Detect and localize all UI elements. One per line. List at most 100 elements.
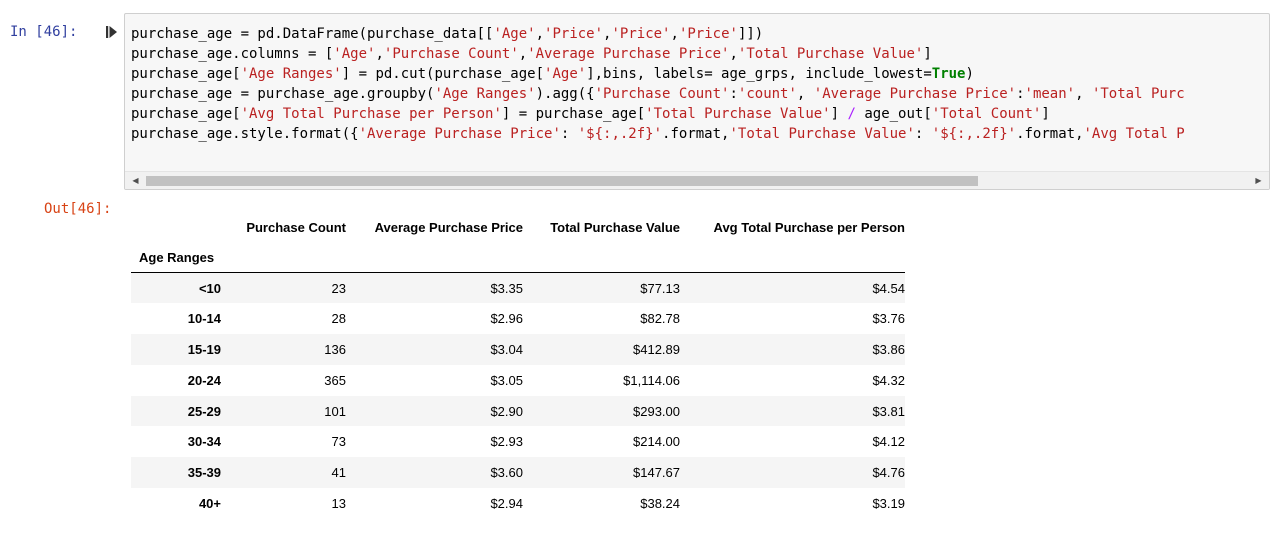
code-token: ,	[535, 26, 545, 42]
code-token: ,	[1075, 86, 1092, 102]
row-index: <10	[198, 280, 221, 296]
code-token: 'mean'	[1024, 86, 1076, 102]
code-token: .format,	[662, 126, 730, 142]
table-cell: $147.67	[633, 465, 680, 481]
table-cell: $293.00	[633, 403, 680, 419]
code-token: purchase_age = pd.DataFrame(purchase_dat…	[131, 26, 494, 42]
code-token: 'Total Count'	[931, 106, 1042, 122]
table-row: 10-14 28 $2.96 $82.78 $3.76	[131, 303, 905, 334]
table-cell: $77.13	[640, 280, 680, 296]
table-cell: $4.32	[872, 372, 905, 388]
code-line[interactable]: purchase_age['Age Ranges'] = pd.cut(purc…	[131, 64, 1185, 84]
column-header-average-purchase-price: Average Purchase Price	[374, 219, 523, 235]
code-line[interactable]: purchase_age = pd.DataFrame(purchase_dat…	[131, 24, 1185, 44]
table-cell: 101	[324, 403, 346, 419]
code-token: '${:,.2f}'	[577, 126, 663, 142]
code-line[interactable]: purchase_age['Avg Total Purchase per Per…	[131, 104, 1185, 124]
horizontal-scrollbar[interactable]: ◀ ▶	[125, 171, 1269, 189]
code-token: purchase_age[	[131, 106, 241, 122]
index-name: Age Ranges	[139, 249, 215, 265]
table-cell: $3.05	[490, 372, 523, 388]
code-token: '${:,.2f}'	[931, 126, 1017, 142]
table-cell: 136	[324, 341, 346, 357]
code-line[interactable]: purchase_age.columns = ['Age','Purchase …	[131, 44, 1185, 64]
table-cell: $38.24	[640, 495, 680, 511]
code-token: purchase_age.style.format({	[131, 126, 359, 142]
table-cell: $2.93	[490, 434, 523, 450]
code-token: ]	[923, 46, 932, 62]
code-token: ]	[830, 106, 848, 122]
table-row: 15-19 136 $3.04 $412.89 $3.86	[131, 334, 905, 365]
table-cell: $82.78	[640, 311, 680, 327]
code-token: 'Age'	[544, 66, 587, 82]
code-token: ,	[670, 26, 679, 42]
table-row: 30-34 73 $2.93 $214.00 $4.12	[131, 426, 905, 457]
code-token: ]	[1041, 106, 1050, 122]
code-token: age_out[	[855, 106, 932, 122]
code-token: /	[847, 106, 856, 122]
table-cell: 365	[324, 372, 346, 388]
code-token: purchase_age = purchase_age.groupby(	[131, 86, 435, 102]
scrollbar-thumb[interactable]	[146, 176, 978, 186]
table-cell: 23	[331, 280, 346, 296]
code-token: 'Purchase Count'	[383, 46, 519, 62]
code-lines[interactable]: purchase_age = pd.DataFrame(purchase_dat…	[131, 24, 1185, 144]
code-token: ] = pd.cut(purchase_age[	[341, 66, 545, 82]
code-token: True	[931, 66, 966, 82]
table-cell: $3.60	[490, 465, 523, 481]
table-cell: 41	[331, 465, 346, 481]
header-blank	[131, 212, 221, 242]
row-index: 15-19	[187, 341, 221, 357]
table-cell: $412.89	[633, 341, 680, 357]
output-prompt: Out[46]:	[44, 201, 112, 217]
code-token: purchase_age.columns = [	[131, 46, 334, 62]
header-blank	[680, 242, 905, 273]
header-blank	[523, 242, 680, 273]
code-token: 'count'	[737, 86, 797, 102]
code-token: :	[914, 126, 932, 142]
code-token: :	[729, 86, 738, 102]
code-token: 'Price'	[611, 26, 671, 42]
code-token: 'Age'	[493, 26, 536, 42]
code-line[interactable]: purchase_age = purchase_age.groupby('Age…	[131, 84, 1185, 104]
code-token: 'Total Purc	[1091, 86, 1185, 102]
column-header-purchase-count: Purchase Count	[246, 219, 346, 235]
code-token: 'Purchase Count'	[594, 86, 730, 102]
code-line[interactable]: purchase_age.style.format({'Average Purc…	[131, 124, 1185, 144]
code-token: 'Price'	[678, 26, 738, 42]
table-cell: $3.04	[490, 341, 523, 357]
code-editor[interactable]: purchase_age = pd.DataFrame(purchase_dat…	[124, 13, 1270, 190]
code-token: 'Price'	[544, 26, 604, 42]
code-token: 'Age'	[333, 46, 376, 62]
table-row: 20-24 365 $3.05 $1,114.06 $4.32	[131, 365, 905, 396]
dataframe-table: Purchase Count Average Purchase Price To…	[131, 212, 905, 519]
table-cell: $2.90	[490, 403, 523, 419]
code-token: 'Age Ranges'	[240, 66, 342, 82]
table-row: 25-29 101 $2.90 $293.00 $3.81	[131, 395, 905, 427]
scroll-left-arrow-icon[interactable]: ◀	[127, 172, 144, 189]
row-index: 20-24	[187, 372, 221, 388]
input-prompt: In [46]:	[10, 24, 78, 40]
code-token: 'Total Purchase Value'	[737, 46, 924, 62]
code-token: 'Age Ranges'	[434, 86, 536, 102]
table-cell: $2.96	[490, 311, 523, 327]
run-cell-icon[interactable]	[105, 24, 119, 40]
code-token: 'Total Purchase Value'	[645, 106, 831, 122]
header-blank	[346, 242, 523, 273]
index-name-row: Age Ranges	[131, 242, 905, 273]
code-token: 'Average Purchase Price'	[358, 126, 561, 142]
column-header-row: Purchase Count Average Purchase Price To…	[131, 212, 905, 242]
code-token: )	[965, 66, 974, 82]
header-blank	[221, 242, 346, 273]
code-token: :	[1016, 86, 1025, 102]
table-row: 40+ 13 $2.94 $38.24 $3.19	[131, 488, 905, 519]
scroll-right-arrow-icon[interactable]: ▶	[1250, 172, 1267, 189]
table-cell: 73	[331, 434, 346, 450]
row-index: 35-39	[187, 465, 221, 481]
code-token: ] = purchase_age[	[501, 106, 646, 122]
code-token: ]])	[737, 26, 764, 42]
row-index: 40+	[198, 495, 221, 511]
table-cell: $4.54	[872, 280, 905, 296]
table-cell: $4.12	[872, 434, 905, 450]
row-index: 10-14	[187, 311, 221, 327]
